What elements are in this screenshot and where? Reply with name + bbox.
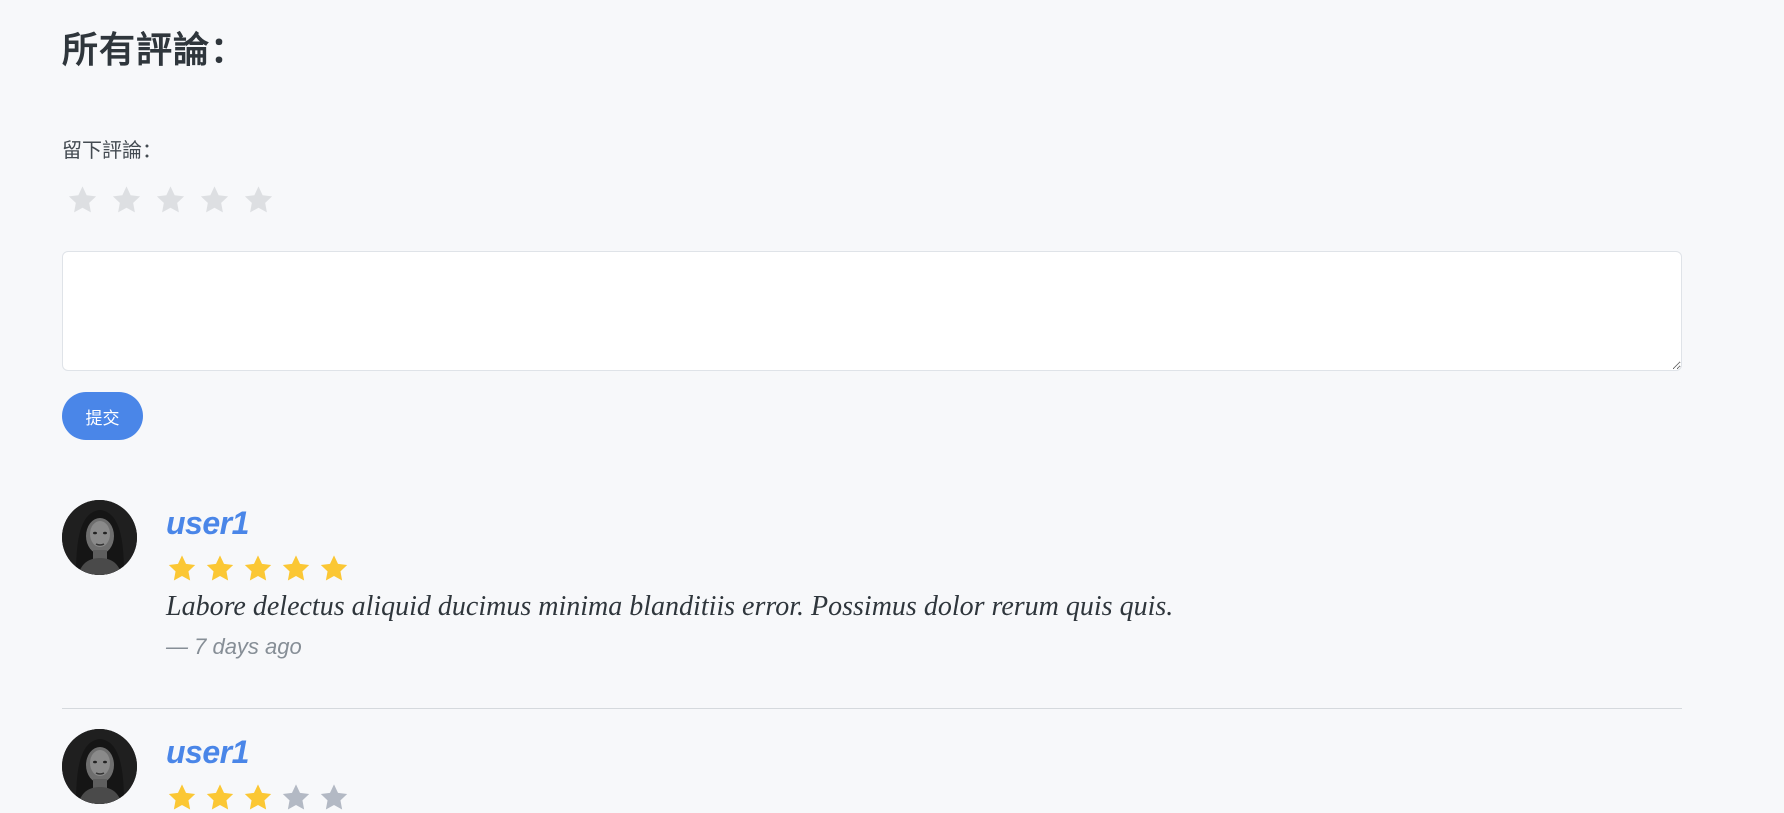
review-body: user1: [166, 729, 1666, 813]
review-rating: [166, 782, 1666, 813]
comment-textarea[interactable]: [62, 251, 1682, 371]
star-filled-icon: [244, 555, 272, 581]
star-filled-icon: [244, 784, 272, 810]
star-empty-icon: [282, 784, 310, 810]
rating-star-5[interactable]: [242, 184, 275, 216]
rating-star-2[interactable]: [110, 184, 143, 216]
rating-star-4[interactable]: [198, 184, 231, 216]
user-avatar-icon: [62, 729, 137, 804]
star-filled-icon: [282, 555, 310, 581]
review-username[interactable]: user1: [166, 502, 1666, 544]
user-avatar-icon: [62, 500, 137, 575]
star-filled-icon: [320, 555, 348, 581]
rating-star-3[interactable]: [154, 184, 187, 216]
review-divider: [62, 708, 1682, 709]
leave-review-label: 留下評論：: [62, 138, 162, 162]
page-title: 所有評論：: [62, 30, 248, 71]
review-body: user1 Labore delectus aliquid ducimus mi…: [166, 500, 1666, 662]
review-rating: [166, 553, 1666, 584]
avatar: [62, 500, 137, 575]
star-filled-icon: [206, 784, 234, 810]
rating-star-1[interactable]: [66, 184, 99, 216]
reviews-page: 所有評論： 留下評論： 提交 user1 Labore delectus ali…: [0, 0, 1784, 813]
star-filled-icon: [206, 555, 234, 581]
review-timestamp: — 7 days ago: [166, 634, 302, 659]
star-empty-icon: [320, 784, 348, 810]
rating-input[interactable]: [66, 184, 275, 216]
star-filled-icon: [168, 555, 196, 581]
submit-button[interactable]: 提交: [62, 392, 143, 440]
review-text: Labore delectus aliquid ducimus minima b…: [166, 591, 1174, 622]
avatar: [62, 729, 137, 804]
review-username[interactable]: user1: [166, 731, 1666, 773]
star-filled-icon: [168, 784, 196, 810]
